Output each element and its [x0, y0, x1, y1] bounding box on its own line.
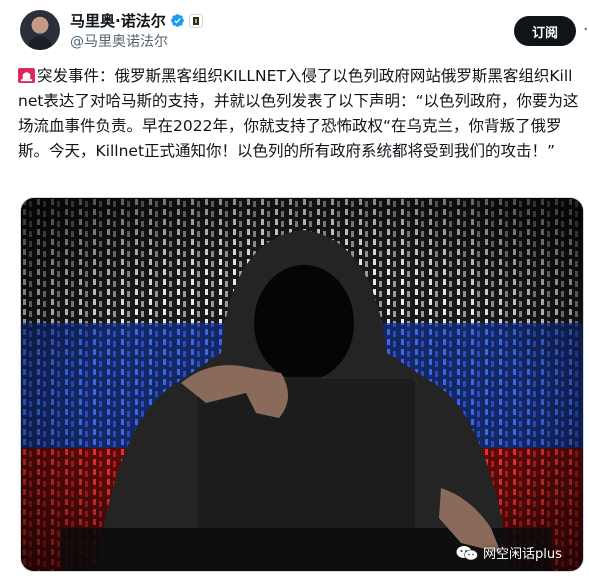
author-name-row: 马里奥·诺法尔 [70, 10, 203, 31]
subscribe-button[interactable]: 订阅 [514, 16, 576, 46]
watermark-text: 网空闲话plus [483, 547, 562, 562]
hacker-flag-illustration [21, 198, 583, 571]
watermark: 网空闲话plus [456, 543, 562, 562]
author-handle[interactable]: @马里奥诺法尔 [70, 31, 168, 51]
wechat-logo-icon [456, 545, 478, 560]
post-text: 突发事件：俄罗斯黑客组织KILLNET入侵了以色列政府网站俄罗斯黑客组织Kill… [18, 67, 579, 160]
verified-badge-icon [170, 14, 184, 27]
rotating-light-icon [18, 68, 35, 83]
post-body: 突发事件：俄罗斯黑客组织KILLNET入侵了以色列政府网站俄罗斯黑客组织Kill… [18, 64, 580, 164]
more-options-icon[interactable]: ··· [578, 18, 589, 42]
laptop [195, 377, 417, 539]
author-avatar[interactable] [20, 10, 60, 50]
affiliate-badge-icon[interactable] [188, 13, 203, 28]
post-header: 马里奥·诺法尔 @马里奥诺法尔 订阅 ··· [18, 8, 589, 52]
author-name[interactable]: 马里奥·诺法尔 [70, 10, 166, 31]
post-image[interactable] [20, 197, 584, 572]
